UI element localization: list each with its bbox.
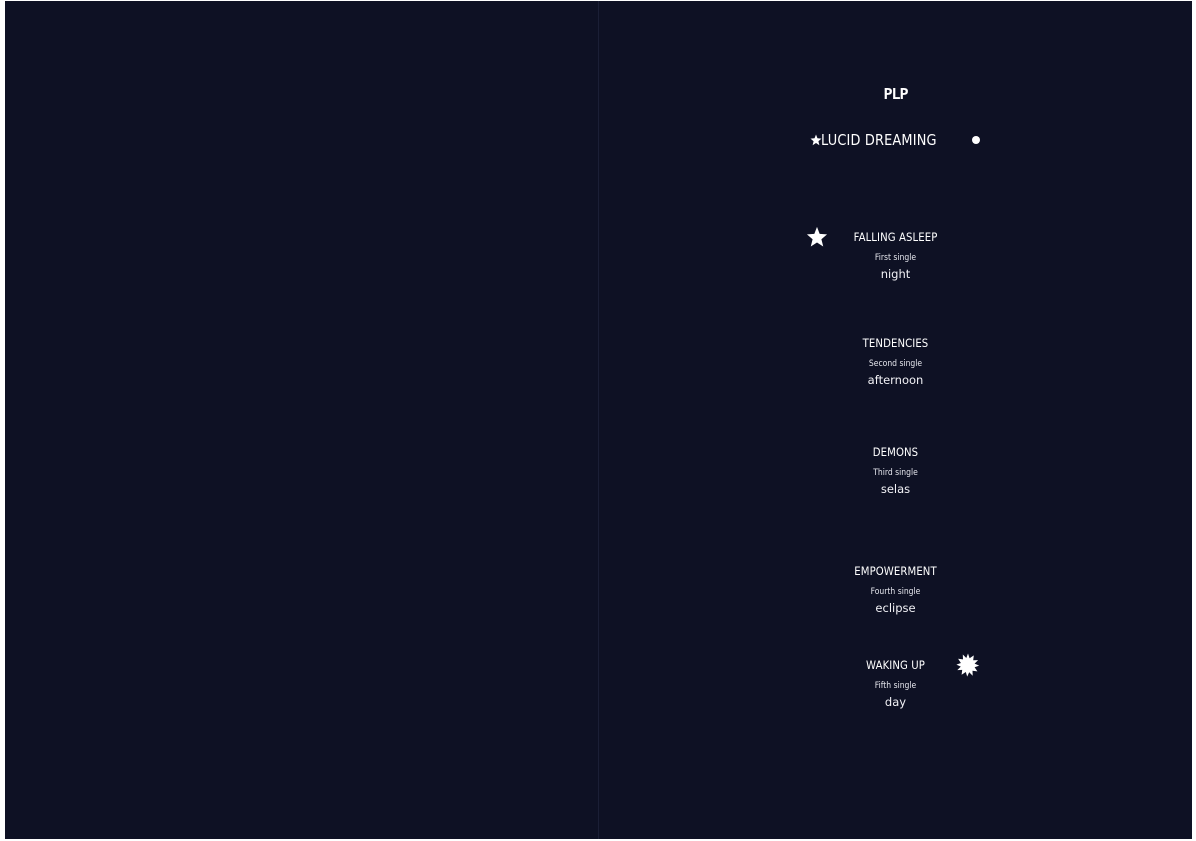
track-name: FALLING ASLEEP [853, 230, 938, 244]
sun-icon [956, 653, 980, 677]
track-single-label: First single [874, 253, 917, 263]
plp-logo: PLP [883, 85, 908, 103]
track-falling-asleep: FALLING ASLEEP First single night [599, 229, 1192, 282]
track-single-label: Second single [868, 359, 923, 369]
dot-icon [972, 136, 980, 144]
track-tendencies: TENDENCIES Second single afternoon [599, 335, 1192, 388]
track-time: day [884, 695, 907, 709]
track-single-label: Fifth single [874, 681, 917, 691]
album-title-row: LUCID DREAMING [599, 131, 1192, 151]
track-name: TENDENCIES [862, 336, 929, 350]
track-empowerment: EMPOWERMENT Fourth single eclipse [599, 563, 1192, 616]
track-time: night [880, 267, 911, 281]
track-name: DEMONS [872, 445, 919, 459]
track-single-label: Third single [873, 468, 918, 478]
album-title: LUCID DREAMING [821, 131, 937, 149]
right-page: PLP LUCID DREAMING FALLING ASLEEP First … [599, 1, 1192, 839]
track-single-label: Fourth single [870, 587, 921, 597]
track-time: eclipse [875, 601, 916, 615]
left-page [5, 1, 598, 839]
track-name: EMPOWERMENT [854, 564, 937, 578]
track-time: afternoon [867, 373, 924, 387]
track-name: WAKING UP [866, 658, 925, 672]
track-waking-up: WAKING UP Fifth single day [599, 657, 1192, 710]
document-spread: PLP LUCID DREAMING FALLING ASLEEP First … [0, 0, 1196, 841]
track-time: selas [880, 482, 911, 496]
track-demons: DEMONS Third single selas [599, 444, 1192, 497]
